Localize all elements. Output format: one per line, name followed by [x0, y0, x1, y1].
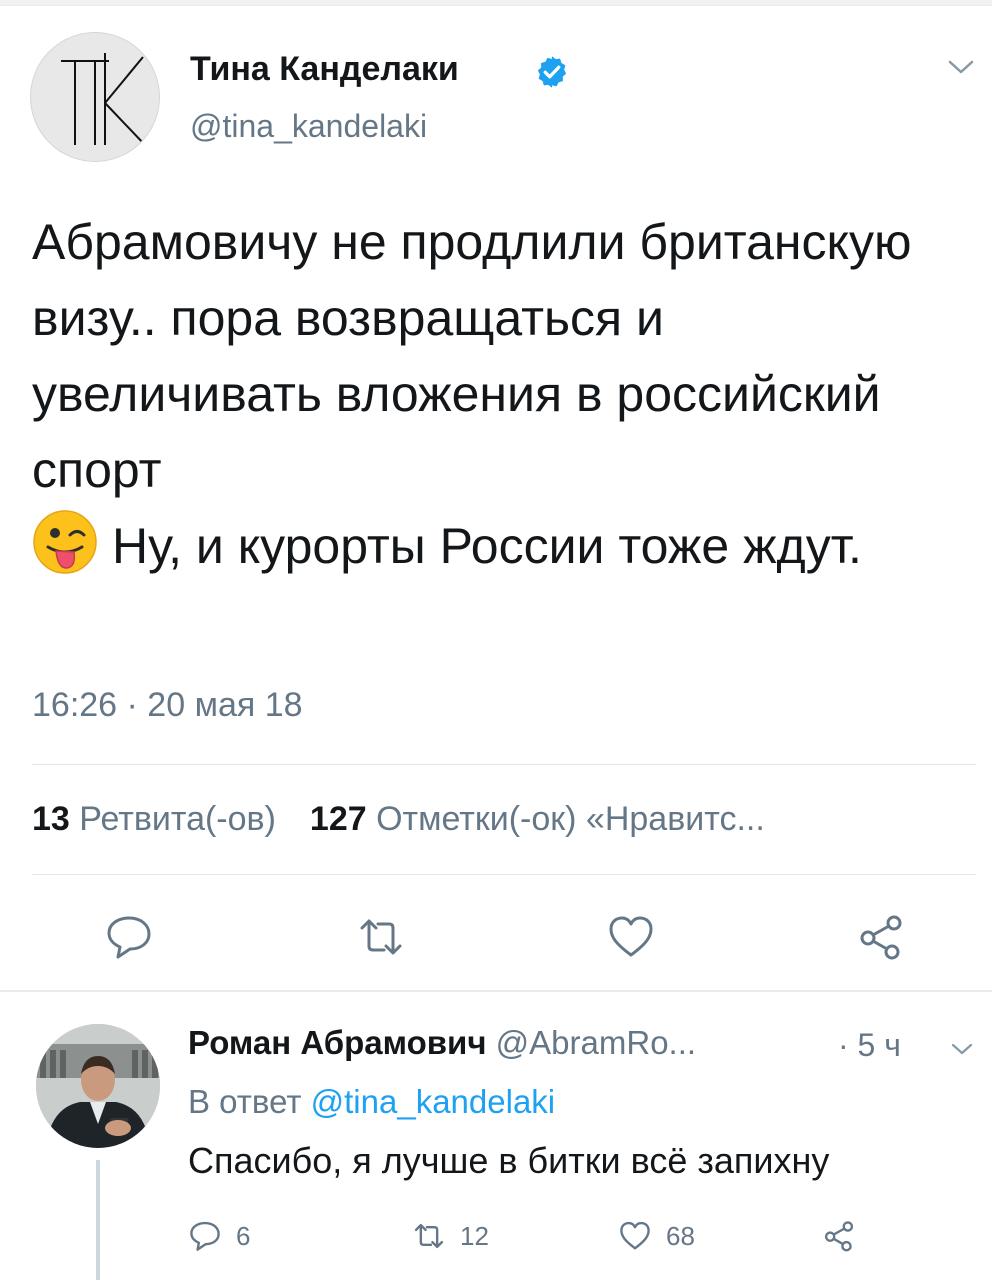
chevron-down-icon[interactable]: [946, 56, 976, 78]
author-avatar[interactable]: [30, 32, 160, 162]
divider: [32, 764, 976, 765]
author-name[interactable]: Тина Канделаки: [190, 50, 459, 89]
reply-author-avatar[interactable]: [36, 1024, 160, 1148]
verified-badge-icon: [537, 56, 567, 88]
reply-author-handle[interactable]: @AbramRo...: [496, 1024, 696, 1061]
like-heart-icon[interactable]: [606, 912, 656, 962]
reply-like-button[interactable]: 68: [618, 1216, 695, 1256]
thread-line: [96, 1160, 100, 1280]
reply-likes-count: 68: [666, 1220, 695, 1251]
likes-label: Отметки(-ок) «Нравитс...: [376, 800, 765, 838]
retweets-count: 13: [32, 800, 70, 838]
reply-text: Спасибо, я лучше в битки всё запихну: [188, 1140, 830, 1181]
tweet-text-main: Абрамовичу не продлили британскую визу..…: [32, 214, 926, 498]
tweet-text-tail: Ну, и курорты России тоже ждут.: [112, 518, 862, 574]
reply-reply-button[interactable]: 6: [188, 1216, 250, 1256]
reply-retweet-button[interactable]: 12: [412, 1216, 489, 1256]
retweets-label: Ретвита(-ов): [79, 800, 276, 838]
likes-count: 127: [309, 800, 367, 838]
reply-retweets-count: 12: [460, 1220, 489, 1251]
like-heart-icon: [620, 1221, 650, 1250]
in-reply-prefix: В ответ: [188, 1083, 302, 1120]
reply-time[interactable]: · 5 ч: [838, 1027, 901, 1064]
tweet-timestamp[interactable]: 16:26 · 20 мая 18: [32, 686, 303, 725]
share-icon: [824, 1221, 854, 1252]
in-reply-mention-link[interactable]: @tina_kandelaki: [311, 1083, 556, 1120]
winking-tongue-emoji-icon: [33, 510, 97, 574]
in-reply-to: В ответ @tina_kandelaki: [188, 1083, 555, 1121]
section-separator: [0, 990, 992, 992]
retweet-icon: [414, 1223, 444, 1249]
person-photo-icon: [36, 1024, 160, 1148]
tweet-text: Абрамовичу не продлили британскую визу..…: [32, 204, 962, 584]
reply-replies-count: 6: [236, 1220, 251, 1251]
author-handle[interactable]: @tina_kandelaki: [190, 108, 427, 145]
share-icon[interactable]: [856, 912, 906, 962]
retweets-stat[interactable]: 13 Ретвита(-ов): [32, 800, 276, 838]
reply-icon[interactable]: [104, 912, 154, 962]
divider: [32, 874, 976, 875]
reply-header: Роман Абрамович @AbramRo...: [188, 1024, 696, 1062]
reply-share-button[interactable]: [822, 1216, 856, 1256]
likes-stat[interactable]: 127 Отметки(-ок) «Нравитс...: [310, 800, 765, 838]
reply-author-name[interactable]: Роман Абрамович: [188, 1024, 487, 1061]
tk-monogram-logo: [61, 53, 146, 146]
tweet-stats: 13 Ретвита(-ов) 127 Отметки(-ок) «Нравитс…: [32, 800, 765, 839]
reply-icon: [190, 1221, 220, 1251]
chevron-down-icon[interactable]: [950, 1040, 974, 1058]
retweet-icon[interactable]: [356, 912, 406, 962]
top-edge: [0, 0, 992, 6]
